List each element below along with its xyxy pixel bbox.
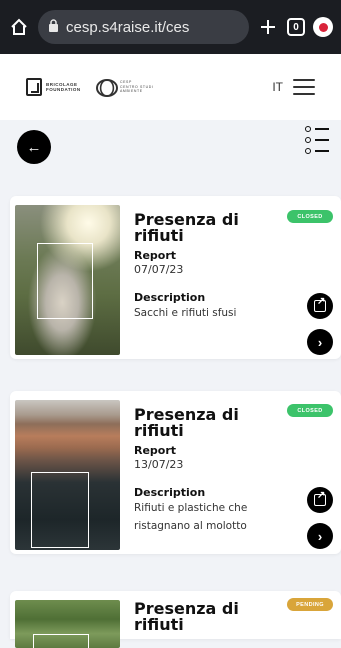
report-description: Rifiuti e plastiche che ristagnano al mo… — [134, 502, 248, 532]
open-external-button[interactable] — [307, 293, 333, 319]
description-label: Description — [134, 486, 206, 499]
report-title: Presenza di rifiuti — [134, 405, 239, 440]
arrow-left-icon: ← — [26, 138, 42, 156]
bricolage-foundation-logo[interactable]: BRICOLAGE FOUNDATION — [26, 78, 84, 96]
external-link-icon — [314, 296, 326, 312]
report-type: Report — [134, 444, 177, 457]
url-text: cesp.s4raise.it/ces — [66, 18, 190, 36]
report-card[interactable]: Presenza di rifiuti PENDING — [10, 591, 341, 648]
new-tab-icon[interactable] — [257, 16, 279, 38]
status-badge: CLOSED — [287, 210, 333, 223]
chevron-right-icon: › — [317, 334, 323, 350]
browser-toolbar: cesp.s4raise.it/ces 0 — [0, 0, 341, 54]
logo2-line3: AMBIENTE — [120, 89, 143, 94]
report-date: 07/07/23 — [134, 263, 184, 276]
cesp-logo[interactable]: CESP CENTRO STUDI AMBIENTE — [96, 78, 154, 97]
report-description: Sacchi e rifiuti sfusi — [134, 307, 237, 319]
report-photo — [15, 400, 120, 550]
status-badge: PENDING — [287, 598, 333, 611]
lock-icon — [48, 18, 59, 36]
report-card[interactable]: Presenza di rifiuti Report 13/07/23 Desc… — [10, 391, 341, 554]
home-icon[interactable] — [8, 16, 30, 38]
description-label: Description — [134, 291, 206, 304]
details-button[interactable]: › — [307, 329, 333, 355]
chevron-right-icon: › — [317, 528, 323, 544]
report-card[interactable]: Presenza di rifiuti Report 07/07/23 Desc… — [10, 196, 341, 359]
report-title: Presenza di rifiuti — [134, 599, 239, 634]
menu-icon[interactable] — [293, 79, 315, 95]
details-button[interactable]: › — [307, 523, 333, 549]
status-badge: CLOSED — [287, 404, 333, 417]
external-link-icon — [314, 490, 326, 506]
report-photo — [15, 205, 120, 355]
foundation-logo-icon — [26, 78, 42, 96]
address-bar[interactable]: cesp.s4raise.it/ces — [38, 10, 249, 44]
site-header: BRICOLAGE FOUNDATION CESP CENTRO STUDI A… — [0, 54, 341, 120]
tab-switcher-button[interactable]: 0 — [287, 18, 305, 36]
report-type: Report — [134, 249, 177, 262]
open-external-button[interactable] — [307, 487, 333, 513]
report-title: Presenza di rifiuti — [134, 210, 239, 245]
logo1-line2: FOUNDATION — [46, 87, 81, 92]
list-view-icon[interactable] — [305, 126, 329, 156]
language-switch[interactable]: IT — [272, 80, 283, 94]
back-button[interactable]: ← — [17, 130, 51, 164]
cesp-logo-icon — [96, 78, 118, 97]
report-date: 13/07/23 — [134, 458, 184, 471]
profile-icon[interactable] — [313, 17, 333, 37]
report-photo — [15, 600, 120, 648]
